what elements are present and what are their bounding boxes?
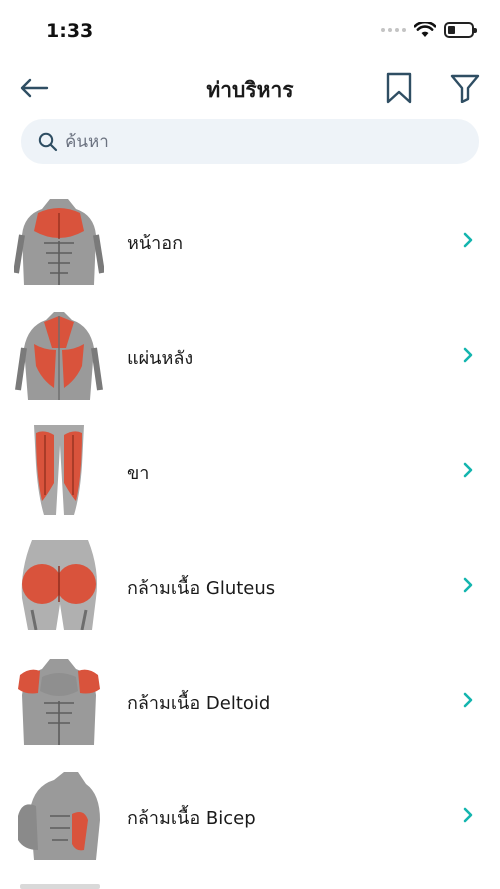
back-button[interactable] — [16, 72, 52, 104]
search-bar[interactable] — [21, 119, 479, 164]
list-item-bicep[interactable]: กล้ามเนื้อ Bicep — [0, 758, 500, 873]
signal-icon — [381, 28, 406, 32]
list-item-gluteus[interactable]: กล้ามเนื้อ Gluteus — [0, 528, 500, 643]
search-icon — [37, 131, 59, 153]
bookmark-button[interactable] — [382, 70, 416, 106]
chevron-right-icon — [463, 462, 473, 478]
chevron-right-icon — [463, 577, 473, 593]
legs-muscle-image — [34, 425, 84, 515]
chevron-right-icon — [463, 232, 473, 248]
list-item-legs[interactable]: ขา — [0, 413, 500, 528]
muscle-group-list: หน้าอก แผ่นหลัง ขา กล้ามเนื้อ Gluteus กล… — [0, 183, 500, 873]
bookmark-icon — [386, 72, 412, 104]
list-item-chest[interactable]: หน้าอก — [0, 183, 500, 298]
list-item-deltoid[interactable]: กล้ามเนื้อ Deltoid — [0, 643, 500, 758]
header: ท่าบริหาร — [0, 62, 500, 114]
chevron-right-icon — [463, 347, 473, 363]
list-item-back[interactable]: แผ่นหลัง — [0, 298, 500, 413]
list-item-label: กล้ามเนื้อ Bicep — [127, 808, 256, 829]
next-item-peek — [20, 884, 100, 889]
list-item-label: กล้ามเนื้อ Deltoid — [127, 693, 271, 714]
status-time: 1:33 — [46, 20, 94, 42]
list-item-label: หน้าอก — [127, 233, 183, 254]
status-bar: 1:33 — [0, 0, 500, 60]
back-muscle-image — [15, 312, 103, 400]
filter-icon — [450, 74, 480, 103]
battery-icon — [444, 22, 477, 38]
list-item-label: แผ่นหลัง — [127, 348, 194, 369]
arrow-left-icon — [20, 78, 49, 98]
bicep-muscle-image — [18, 772, 100, 860]
list-item-label: กล้ามเนื้อ Gluteus — [127, 578, 276, 599]
chevron-right-icon — [463, 692, 473, 708]
filter-button[interactable] — [448, 70, 482, 106]
search-input[interactable] — [65, 131, 445, 152]
gluteus-muscle-image — [21, 540, 97, 630]
chest-muscle-image — [14, 199, 104, 285]
list-item-label: ขา — [127, 463, 150, 484]
wifi-icon — [414, 22, 436, 37]
deltoid-muscle-image — [18, 659, 100, 745]
page-title: ท่าบริหาร — [206, 78, 294, 102]
status-icons — [381, 22, 477, 38]
chevron-right-icon — [463, 807, 473, 823]
